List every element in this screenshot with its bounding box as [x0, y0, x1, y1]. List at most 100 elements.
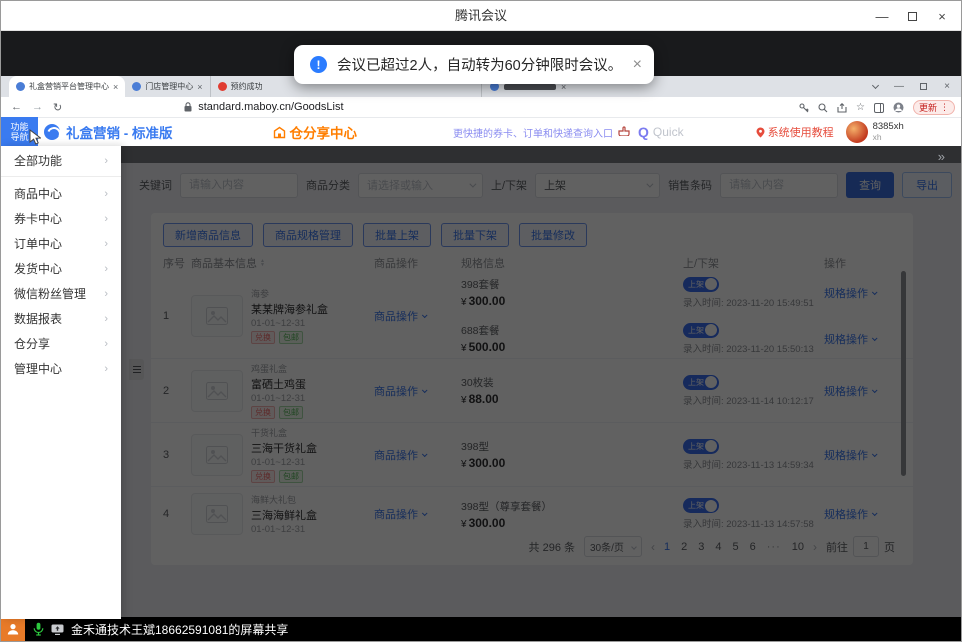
update-label: 更新 [919, 101, 937, 114]
page-body: 全部功能›商品中心›券卡中心›订单中心›发货中心›微信粉丝管理›数据报表›仓分享… [1, 146, 961, 619]
more-icon: ⋮ [940, 102, 949, 113]
meeting-stage: 礼盒营销平台管理中心× 门店管理中心 × 预约成功 × — × ← → ↻ [1, 31, 961, 619]
chevron-right-icon: › [104, 363, 108, 375]
chevron-right-icon: › [104, 188, 108, 200]
chevron-right-icon: › [104, 155, 108, 167]
shared-browser-window: 礼盒营销平台管理中心× 门店管理中心 × 预约成功 × — × ← → ↻ [1, 76, 961, 619]
browser-tab[interactable]: 预约成功 [210, 76, 270, 97]
browser-tab[interactable]: 门店管理中心 × [125, 76, 209, 97]
brand-title: 礼盒营销 - 标准版 [66, 122, 173, 142]
zoom-icon[interactable] [818, 103, 828, 113]
sidebar-item-label: 微信粉丝管理 [14, 285, 86, 302]
tab-favicon [132, 82, 141, 91]
notification-close-icon[interactable]: × [633, 57, 642, 73]
lock-icon[interactable] [184, 102, 192, 112]
microphone-icon [33, 622, 44, 636]
promo-link[interactable]: 更快捷的券卡、订单和快递查询入口 [453, 125, 613, 140]
maximize-icon[interactable] [897, 1, 927, 31]
mouse-cursor [29, 129, 41, 150]
user-avatar[interactable] [846, 121, 868, 143]
tab-label: 门店管理中心 [145, 81, 193, 92]
notification-text: 会议已超过2人，自动转为60分钟限时会议。 [337, 54, 622, 75]
info-icon: ! [310, 56, 327, 73]
close-icon[interactable]: × [927, 1, 957, 31]
screen-share-icon [51, 624, 64, 635]
sidebar-item[interactable]: 管理中心 › [1, 356, 121, 381]
user-subname: xh [873, 132, 904, 142]
brand-group: 礼盒营销 - 标准版 仓分享中心 [44, 118, 357, 146]
back-icon[interactable]: ← [11, 101, 22, 113]
url-text[interactable]: standard.maboy.cn/GoodsList [198, 101, 343, 113]
forward-icon[interactable]: → [32, 101, 43, 113]
user-name: 8385xh [873, 122, 904, 132]
sidebar-item[interactable]: 券卡中心› [1, 206, 121, 231]
screen-share-bar: 金禾通技术王斌18662591081的屏幕共享 [1, 617, 961, 641]
tabs: 礼盒营销平台管理中心× 门店管理中心 × 预约成功 [9, 76, 270, 97]
address-bar: ← → ↻ standard.maboy.cn/GoodsList [1, 97, 961, 118]
meeting-window-controls: — × [867, 1, 957, 31]
share-bar-text: 金禾通技术王斌18662591081的屏幕共享 [71, 621, 288, 638]
pin-icon [756, 127, 765, 138]
tab-favicon [16, 82, 25, 91]
sidebar-divider [1, 176, 121, 177]
sidebar-item[interactable]: 仓分享 › [1, 331, 121, 356]
person-icon [6, 622, 20, 636]
tab-close-icon[interactable]: × [197, 82, 202, 92]
screenshot-root: 腾讯会议 — × 礼盒营销平台管理中心× 门店管理中心 × 预约成功 × — [0, 0, 962, 642]
expand-drawer-icon[interactable]: » [938, 149, 945, 164]
bookmark-star-icon[interactable]: ☆ [856, 102, 865, 113]
sidebar-item-label: 发货中心 [14, 260, 62, 277]
header-right-group: 更快捷的券卡、订单和快递查询入口 Q Quick 系统使用教程 8385xh x… [453, 118, 904, 146]
share-center-link[interactable]: 仓分享中心 [273, 122, 358, 142]
nav-toggle-line1: 功能 [10, 122, 28, 132]
browser-minimize-icon[interactable]: — [887, 76, 911, 97]
share-center-label: 仓分享中心 [290, 122, 358, 142]
minimize-icon[interactable]: — [867, 1, 897, 31]
sidebar-item[interactable]: 全部功能 › [1, 148, 121, 173]
tab-label [504, 84, 556, 90]
nav-sidebar: 全部功能›商品中心›券卡中心›订单中心›发货中心›微信粉丝管理›数据报表›仓分享… [1, 146, 121, 619]
sidebar-item[interactable]: 微信粉丝管理› [1, 281, 121, 306]
modal-overlay[interactable] [121, 146, 961, 619]
sidebar-item[interactable]: 订单中心 › [1, 231, 121, 256]
sidebar-item-label: 仓分享 [14, 335, 50, 352]
tutorial-link[interactable]: 系统使用教程 [756, 124, 834, 140]
browser-restore-icon[interactable] [911, 76, 935, 97]
sidebar-item-label: 订单中心 [14, 235, 62, 252]
pointing-finger-icon [618, 123, 630, 141]
quick-search-icon[interactable]: Q [638, 124, 649, 140]
sharer-avatar [1, 617, 25, 641]
sidebar-item[interactable]: 数据报表› [1, 306, 121, 331]
chevron-right-icon: › [104, 238, 108, 250]
tutorial-label: 系统使用教程 [768, 124, 834, 140]
refresh-icon[interactable]: ↻ [53, 101, 62, 114]
share-icon[interactable] [837, 103, 847, 113]
browser-close-icon[interactable]: × [935, 76, 959, 97]
chevron-right-icon: › [104, 263, 108, 275]
browser-window-controls: — × [863, 76, 959, 97]
tab-search-icon[interactable] [863, 76, 887, 97]
side-panel-icon[interactable] [874, 103, 884, 113]
meeting-notification: ! 会议已超过2人，自动转为60分钟限时会议。 × [294, 45, 654, 84]
sidebar-item[interactable]: 商品中心› [1, 181, 121, 206]
tab-close-icon[interactable]: × [113, 82, 118, 92]
browser-update-button[interactable]: 更新 ⋮ [913, 100, 955, 115]
meeting-title: 腾讯会议 [1, 1, 961, 31]
browser-tab[interactable]: 礼盒营销平台管理中心× [9, 76, 125, 97]
quick-search-placeholder[interactable]: Quick [653, 125, 684, 139]
store-icon [273, 126, 286, 139]
chevron-right-icon: › [104, 338, 108, 350]
brand-logo-icon [44, 124, 60, 140]
user-name-block: 8385xh xh [873, 122, 904, 142]
chevron-right-icon: › [104, 313, 108, 325]
nav-toggle-line2: 导航 [10, 132, 28, 142]
main-content: 关键词 商品分类 请选择或输入 上/下架 上架 销售条码 [121, 146, 961, 619]
sidebar-item-label: 全部功能 [14, 152, 62, 169]
key-icon[interactable] [799, 103, 809, 113]
sidebar-list: 全部功能›商品中心›券卡中心›订单中心›发货中心›微信粉丝管理›数据报表›仓分享… [1, 146, 121, 381]
sidebar-item[interactable]: 发货中心 › [1, 256, 121, 281]
sidebar-item-label: 管理中心 [14, 360, 62, 377]
tab-label: 预约成功 [231, 81, 263, 92]
profile-avatar-icon[interactable] [893, 102, 904, 113]
meeting-titlebar: 腾讯会议 — × [1, 1, 961, 31]
